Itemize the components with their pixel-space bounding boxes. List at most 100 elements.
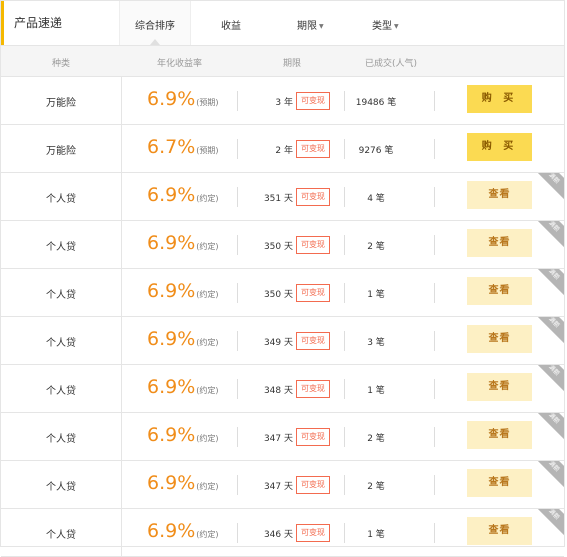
rate-note: (约定) (196, 338, 219, 347)
cell-divider (237, 139, 238, 159)
column-divider (121, 269, 122, 316)
term-value: 2 年 (275, 146, 293, 156)
rate-value: 6.9% (147, 520, 196, 542)
product-kind: 个人贷 (46, 434, 76, 445)
cell-divider (237, 235, 238, 255)
term-value: 351 天 (263, 194, 293, 204)
sold-count: 9276 笔 (358, 146, 394, 156)
cell-divider (237, 523, 238, 543)
cell-divider (237, 379, 238, 399)
annual-rate: 6.9%(约定) (147, 472, 219, 498)
annual-rate: 6.9%(约定) (147, 328, 219, 354)
tab-term[interactable]: 期限 ▼ (297, 17, 324, 32)
cell-divider (237, 475, 238, 495)
sold-out-ribbon: 满额 (528, 413, 564, 444)
rate-value: 6.9% (147, 280, 196, 302)
view-button[interactable]: 查看 (467, 325, 532, 353)
column-header-rate: 年化收益率 (157, 59, 203, 69)
tab-label: 综合排序 (135, 21, 175, 32)
table-row: 个人贷 6.9%(约定) 348 天可变现 1 笔 查看 满额 (1, 365, 564, 413)
buy-button[interactable]: 购 买 (467, 133, 532, 161)
cell-divider (434, 427, 435, 447)
table-row: 个人贷 6.9%(约定) 350 天可变现 2 笔 查看 满额 (1, 221, 564, 269)
annual-rate: 6.9%(约定) (147, 184, 219, 210)
tab-yield[interactable]: 收益 (221, 17, 241, 32)
tab-type[interactable]: 类型 ▼ (372, 17, 399, 32)
annual-rate: 6.9%(约定) (147, 280, 219, 306)
product-kind: 个人贷 (46, 194, 76, 205)
product-kind: 万能险 (46, 98, 76, 109)
table-row: 个人贷 6.9%(约定) 350 天可变现 1 笔 查看 满额 (1, 269, 564, 317)
view-button[interactable]: 查看 (467, 421, 532, 449)
term-value: 348 天 (263, 386, 293, 396)
rate-note: (约定) (196, 482, 219, 491)
column-header-sold: 已成交(人气) (365, 59, 418, 69)
table-row: 个人贷 6.9%(约定) 349 天可变现 3 笔 查看 满额 (1, 317, 564, 365)
cell-divider (237, 331, 238, 351)
chevron-down-icon: ▼ (319, 22, 324, 30)
annual-rate: 6.7%(预期) (147, 136, 219, 162)
sold-count: 4 笔 (367, 194, 385, 204)
product-kind: 万能险 (46, 146, 76, 157)
sold-count: 1 笔 (367, 386, 385, 396)
product-kind: 个人贷 (46, 242, 76, 253)
view-button[interactable]: 查看 (467, 277, 532, 305)
product-kind: 个人贷 (46, 338, 76, 349)
tab-comprehensive-sort[interactable]: 综合排序 (119, 1, 191, 45)
rate-value: 6.9% (147, 376, 196, 398)
column-header-row: 种类 年化收益率 期限 已成交(人气) (1, 46, 564, 77)
sold-out-ribbon: 满额 (528, 173, 564, 204)
panel-header: 产品速递 综合排序 收益 期限 ▼ 类型 ▼ (1, 1, 564, 46)
cell-divider (434, 283, 435, 303)
cell-divider (434, 139, 435, 159)
table-row: 万能险 6.7%(预期) 2 年可变现 9276 笔 购 买 (1, 125, 564, 173)
sold-count: 1 笔 (367, 530, 385, 540)
liquidity-tag: 可变现 (296, 428, 330, 446)
column-divider (121, 365, 122, 412)
rate-note: (约定) (196, 194, 219, 203)
rate-note: (预期) (196, 98, 219, 107)
view-button[interactable]: 查看 (467, 469, 532, 497)
view-button[interactable]: 查看 (467, 181, 532, 209)
liquidity-tag: 可变现 (296, 188, 330, 206)
liquidity-tag: 可变现 (296, 92, 330, 110)
active-tab-caret-icon (150, 39, 160, 45)
view-button[interactable]: 查看 (467, 517, 532, 545)
panel-title: 产品速递 (14, 16, 63, 30)
liquidity-tag: 可变现 (296, 284, 330, 302)
term-value: 346 天 (263, 530, 293, 540)
cell-divider (434, 91, 435, 111)
liquidity-tag: 可变现 (296, 236, 330, 254)
cell-divider (434, 523, 435, 543)
rate-value: 6.9% (147, 328, 196, 350)
annual-rate: 6.9%(预期) (147, 88, 219, 114)
table-row: 个人贷 6.9%(约定) 347 天可变现 2 笔 查看 满额 (1, 413, 564, 461)
rate-note: (约定) (196, 434, 219, 443)
rate-value: 6.9% (147, 472, 196, 494)
annual-rate: 6.9%(约定) (147, 376, 219, 402)
column-header-term: 期限 (283, 59, 302, 69)
product-kind: 个人贷 (46, 386, 76, 397)
chevron-down-icon: ▼ (394, 22, 399, 30)
buy-button[interactable]: 购 买 (467, 85, 532, 113)
column-divider (121, 77, 122, 124)
view-button[interactable]: 查看 (467, 229, 532, 257)
column-divider (121, 125, 122, 172)
sold-out-ribbon: 满额 (528, 221, 564, 252)
view-button[interactable]: 查看 (467, 373, 532, 401)
rate-value: 6.9% (147, 184, 196, 206)
rate-value: 6.9% (147, 232, 196, 254)
rate-value: 6.9% (147, 88, 196, 110)
product-list: 万能险 6.9%(预期) 3 年可变现 19486 笔购 买万能险 6.7%(预期) 2 … (1, 77, 564, 557)
annual-rate: 6.9%(约定) (147, 232, 219, 258)
cell-divider (237, 427, 238, 447)
tab-label: 类型 (372, 21, 392, 32)
liquidity-tag: 可变现 (296, 332, 330, 350)
term-value: 347 天 (263, 434, 293, 444)
sold-out-ribbon: 满额 (528, 269, 564, 300)
annual-rate: 6.9%(约定) (147, 520, 219, 546)
sold-out-ribbon: 满额 (528, 317, 564, 348)
table-row: 个人贷 6.9%(约定) 351 天可变现 4 笔 查看 满额 (1, 173, 564, 221)
liquidity-tag: 可变现 (296, 380, 330, 398)
column-divider (121, 317, 122, 364)
